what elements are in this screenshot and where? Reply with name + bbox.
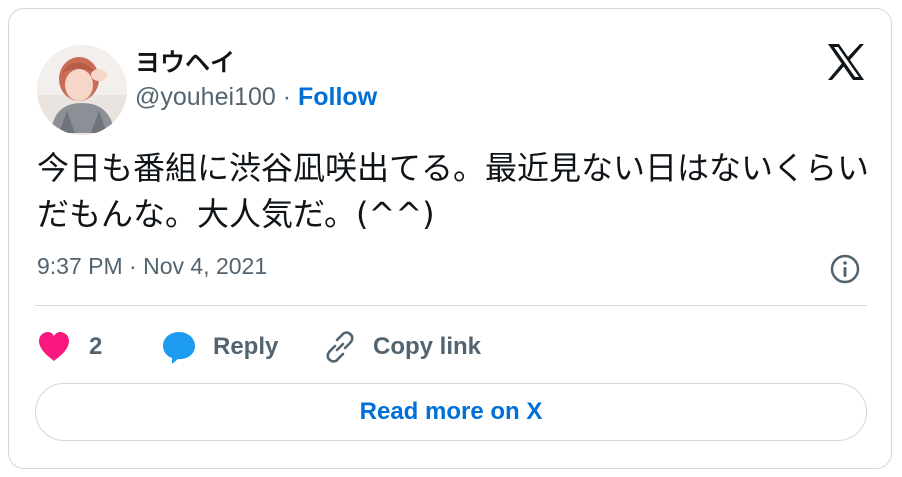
action-bar: 2 Reply Copy link [37,327,877,367]
separator: · [275,83,298,111]
heart-icon [39,332,69,361]
tweet-card: ヨウヘイ @youhei100 · Follow 今日も番組に渋谷凪咲出てる。最… [8,8,892,469]
link-icon [326,331,354,363]
reply-button[interactable]: Reply [161,327,278,367]
user-handle[interactable]: @youhei100 [135,83,276,111]
divider [35,305,867,306]
copy-link-button[interactable]: Copy link [323,327,481,367]
like-count: 2 [89,333,103,360]
tweet-text: 今日も番組に渋谷凪咲出てる。最近見ない日はないくらいだもんな。大人気だ。(^^) [37,149,870,233]
info-icon[interactable] [829,253,861,285]
handle-row: @youhei100 · Follow [135,83,377,112]
like-button[interactable]: 2 [37,327,102,367]
reply-label: Reply [213,333,279,360]
avatar[interactable] [37,45,127,135]
x-logo-icon[interactable] [825,41,867,83]
reply-bubble-icon [163,332,195,364]
follow-button[interactable]: Follow [298,83,377,111]
read-more-button[interactable]: Read more on X [35,383,867,441]
display-name[interactable]: ヨウヘイ [135,43,235,79]
timestamp[interactable]: 9:37 PM · Nov 4, 2021 [37,253,267,280]
copy-link-label: Copy link [373,333,482,360]
